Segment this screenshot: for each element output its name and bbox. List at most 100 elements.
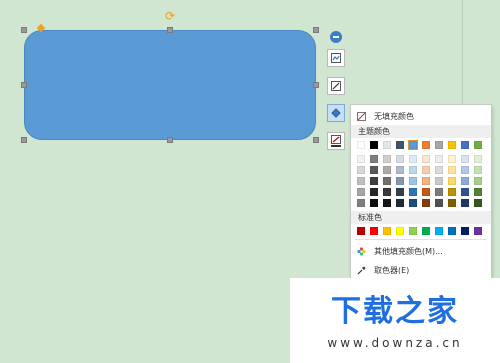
standard-color-swatch[interactable] (409, 227, 417, 235)
theme-shade-swatch[interactable] (461, 177, 469, 185)
resize-handle-bottom[interactable] (167, 137, 173, 143)
theme-shade-swatch[interactable] (474, 177, 482, 185)
theme-shade-swatch[interactable] (422, 177, 430, 185)
standard-color-swatch[interactable] (383, 227, 391, 235)
theme-color-swatch[interactable] (396, 141, 404, 149)
theme-shade-swatch[interactable] (357, 177, 365, 185)
resize-handle-bottom-left[interactable] (21, 137, 27, 143)
theme-shade-swatch[interactable] (422, 199, 430, 207)
theme-shade-swatch[interactable] (357, 199, 365, 207)
resize-handle-bottom-right[interactable] (313, 137, 319, 143)
theme-shade-swatch[interactable] (370, 177, 378, 185)
theme-color-swatch[interactable] (474, 141, 482, 149)
theme-color-swatch[interactable] (448, 141, 456, 149)
no-fill-option[interactable]: 无填充颜色 (351, 107, 491, 125)
theme-shade-swatch[interactable] (409, 166, 417, 174)
theme-shade-swatch[interactable] (396, 199, 404, 207)
standard-color-swatch[interactable] (435, 227, 443, 235)
theme-shade-swatch[interactable] (461, 155, 469, 163)
theme-shade-swatch[interactable] (357, 188, 365, 196)
watermark-overlay: 下载之家 www.downza.cn (290, 278, 500, 363)
theme-shade-swatch[interactable] (435, 188, 443, 196)
theme-shade-swatch[interactable] (383, 199, 391, 207)
fill-bucket-icon (331, 108, 341, 118)
theme-shade-swatch[interactable] (448, 188, 456, 196)
theme-shade-swatch[interactable] (474, 166, 482, 174)
resize-handle-top[interactable] (167, 27, 173, 33)
collapse-toolbar-button[interactable] (330, 31, 342, 43)
theme-shade-swatch[interactable] (383, 188, 391, 196)
theme-color-swatch[interactable] (357, 141, 365, 149)
outline-style-button[interactable] (327, 77, 345, 95)
more-fill-colors-option[interactable]: 其他填充颜色(M)... (351, 242, 491, 260)
resize-handle-top-right[interactable] (313, 27, 319, 33)
theme-shade-swatch[interactable] (396, 155, 404, 163)
theme-color-swatch[interactable] (408, 140, 418, 150)
theme-shade-swatch[interactable] (370, 188, 378, 196)
theme-shade-swatch[interactable] (435, 199, 443, 207)
standard-color-swatch[interactable] (461, 227, 469, 235)
theme-shade-swatch[interactable] (370, 155, 378, 163)
no-fill-icon (357, 111, 366, 121)
theme-shade-swatch[interactable] (474, 188, 482, 196)
theme-shade-swatch[interactable] (357, 155, 365, 163)
no-fill-label: 无填充颜色 (374, 111, 414, 121)
eyedropper-icon (357, 266, 366, 274)
theme-shade-swatch[interactable] (461, 199, 469, 207)
theme-color-swatch[interactable] (370, 141, 378, 149)
resize-handle-right[interactable] (313, 82, 319, 88)
fill-color-menu: 无填充颜色 主题颜色 标准色 其他填充颜色(M)... 取色器(E) (350, 104, 492, 284)
theme-shade-swatch[interactable] (370, 199, 378, 207)
theme-shade-swatch[interactable] (435, 177, 443, 185)
eyedropper-label: 取色器(E) (374, 265, 410, 275)
theme-shade-swatch[interactable] (422, 155, 430, 163)
theme-shade-swatch[interactable] (409, 188, 417, 196)
theme-shade-swatch[interactable] (409, 155, 417, 163)
fill-color-button[interactable] (327, 104, 345, 122)
standard-color-swatch[interactable] (422, 227, 430, 235)
standard-color-swatch[interactable] (396, 227, 404, 235)
standard-color-swatch[interactable] (357, 227, 365, 235)
theme-shade-swatch[interactable] (422, 166, 430, 174)
theme-shade-swatch[interactable] (448, 155, 456, 163)
standard-colors-heading: 标准色 (351, 211, 491, 224)
theme-shade-swatch[interactable] (435, 166, 443, 174)
theme-shade-swatch[interactable] (396, 166, 404, 174)
theme-shade-swatch[interactable] (435, 155, 443, 163)
theme-shade-swatch[interactable] (383, 177, 391, 185)
rotate-handle-icon[interactable]: ⟳ (164, 10, 176, 22)
theme-shade-swatch[interactable] (461, 188, 469, 196)
layout-icon (331, 53, 341, 63)
theme-color-swatch[interactable] (461, 141, 469, 149)
line-color-button[interactable] (327, 132, 345, 150)
theme-shade-swatch[interactable] (396, 188, 404, 196)
rounded-rectangle-shape[interactable] (24, 30, 316, 140)
standard-color-swatch[interactable] (448, 227, 456, 235)
theme-shade-swatch[interactable] (383, 155, 391, 163)
theme-shade-swatch[interactable] (409, 199, 417, 207)
menu-separator (355, 239, 487, 240)
theme-shade-swatch[interactable] (422, 188, 430, 196)
resize-handle-left[interactable] (21, 82, 27, 88)
theme-shade-swatch[interactable] (448, 166, 456, 174)
theme-color-swatch[interactable] (422, 141, 430, 149)
theme-shade-swatch[interactable] (370, 166, 378, 174)
theme-shade-swatch[interactable] (448, 177, 456, 185)
standard-color-swatch[interactable] (474, 227, 482, 235)
theme-shade-swatch[interactable] (448, 199, 456, 207)
theme-colors-heading: 主题颜色 (351, 125, 491, 138)
standard-color-swatch[interactable] (370, 227, 378, 235)
theme-shade-swatch[interactable] (474, 155, 482, 163)
theme-shade-swatch[interactable] (383, 166, 391, 174)
theme-color-swatch[interactable] (435, 141, 443, 149)
eyedropper-option[interactable]: 取色器(E) (351, 261, 491, 279)
theme-shade-swatch[interactable] (409, 177, 417, 185)
theme-shade-swatch[interactable] (357, 166, 365, 174)
color-wheel-icon (357, 246, 366, 256)
theme-shade-swatch[interactable] (396, 177, 404, 185)
theme-color-swatch[interactable] (383, 141, 391, 149)
layout-options-button[interactable] (327, 49, 345, 67)
theme-shade-swatch[interactable] (474, 199, 482, 207)
theme-shade-swatch[interactable] (461, 166, 469, 174)
resize-handle-top-left[interactable] (21, 27, 27, 33)
